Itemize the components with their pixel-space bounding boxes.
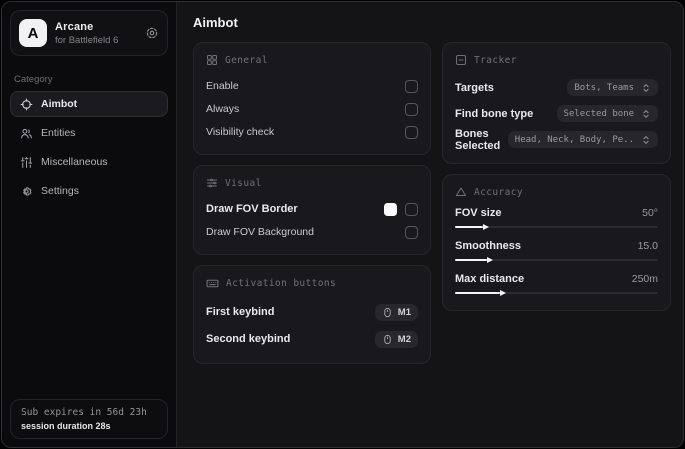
setting-row-draw-fov-background: Draw FOV Background [206, 221, 418, 243]
brand-card: A Arcane for Battlefield 6 [10, 10, 168, 56]
setting-label: Bones Selected [455, 127, 501, 152]
visibility-check-checkbox[interactable] [405, 125, 418, 139]
bones-selected-dropdown[interactable]: Head, Neck, Body, Pe.. [507, 131, 658, 148]
setting-label: Draw FOV Border [206, 203, 298, 215]
targets-dropdown[interactable]: Bots, Teams [567, 79, 658, 96]
page-title: Aimbot [193, 15, 238, 30]
app-logo: A [19, 19, 47, 47]
panel-title: Tracker [474, 54, 517, 66]
find-bone-type-dropdown[interactable]: Selected bone [556, 105, 658, 122]
second-keybind-button[interactable]: M2 [374, 330, 418, 348]
fov-border-color-swatch[interactable] [384, 202, 397, 216]
chevrons-up-down-icon [641, 83, 651, 93]
panel-title: General [225, 54, 268, 66]
chevrons-up-down-icon [641, 135, 651, 145]
slider-value: 15.0 [637, 240, 658, 252]
enable-checkbox[interactable] [405, 79, 418, 93]
slider-value: 250m [631, 273, 658, 285]
mouse-icon [382, 334, 393, 345]
sidebar-item-entities[interactable]: Entities [10, 120, 168, 146]
first-keybind-button[interactable]: M1 [374, 303, 418, 321]
panel-title: Activation buttons [226, 278, 337, 289]
keyboard-icon [206, 277, 219, 290]
sidebar-item-label: Entities [41, 127, 76, 139]
visual-panel: Visual Draw FOV Border Draw FOV Backgrou… [193, 165, 431, 255]
setting-label: Max distance [455, 273, 525, 285]
setting-row-targets: Targets Bots, Teams [455, 75, 658, 100]
setting-label: Find bone type [455, 107, 534, 120]
setting-row-first-keybind: First keybind M1 [206, 299, 418, 325]
grid-icon [206, 54, 218, 66]
setting-row-draw-fov-border: Draw FOV Border [206, 198, 418, 220]
sync-icon[interactable] [145, 26, 159, 40]
crosshair-icon [20, 98, 33, 111]
gear-icon [20, 185, 33, 198]
app-window: A Arcane for Battlefield 6 Category Aimb… [1, 1, 684, 448]
main-content: Aimbot General Enable Always Visibility … [177, 2, 683, 447]
sliders-icon [20, 156, 33, 169]
setting-row-visibility-check: Visibility check [206, 121, 418, 143]
sidebar-item-label: Miscellaneous [41, 156, 108, 168]
setting-row-find-bone-type: Find bone type Selected bone [455, 101, 658, 126]
slider-block-fov-size: FOV size 50° [455, 207, 658, 231]
setting-row-second-keybind: Second keybind M2 [206, 326, 418, 352]
setting-label: Second keybind [206, 333, 291, 345]
setting-label: Enable [206, 80, 239, 92]
slider-fill [455, 289, 506, 296]
mouse-icon [382, 307, 393, 318]
setting-row-always: Always [206, 98, 418, 120]
activation-panel: Activation buttons First keybind M1 Seco… [193, 265, 431, 364]
slider-fill [455, 256, 495, 263]
max-distance-slider[interactable] [455, 289, 658, 297]
keybind-value: M1 [397, 306, 411, 318]
slider-block-smoothness: Smoothness 15.0 [455, 240, 658, 264]
setting-label: Always [206, 103, 240, 115]
general-panel: General Enable Always Visibility check [193, 42, 431, 155]
session-duration-text: session duration 28s [21, 421, 111, 431]
smoothness-slider[interactable] [455, 256, 658, 264]
sidebar-item-label: Aimbot [41, 98, 78, 110]
setting-row-bones-selected: Bones Selected Head, Neck, Body, Pe.. [455, 127, 658, 152]
dropdown-value: Selected bone [563, 108, 634, 119]
keybind-value: M2 [397, 333, 411, 345]
brand-text: Arcane for Battlefield 6 [55, 21, 137, 46]
draw-fov-background-checkbox[interactable] [405, 225, 418, 239]
dropdown-value: Head, Neck, Body, Pe.. [514, 134, 634, 145]
sliders-horizontal-icon [206, 177, 218, 189]
triangle-icon [455, 186, 467, 198]
category-label: Category [14, 74, 53, 85]
subscription-card: Sub expires in 56d 23h session duration … [10, 399, 168, 439]
minus-square-icon [455, 54, 467, 66]
tracker-panel: Tracker Targets Bots, Teams Find bone ty… [442, 42, 671, 164]
setting-label: Targets [455, 81, 494, 94]
draw-fov-border-checkbox[interactable] [405, 202, 418, 216]
sub-expiry-text: Sub expires in 56d 23h [21, 407, 147, 418]
setting-label: Draw FOV Background [206, 226, 314, 238]
slider-block-max-distance: Max distance 250m [455, 273, 658, 297]
setting-label: FOV size [455, 207, 502, 219]
entities-icon [20, 127, 33, 140]
setting-label: Smoothness [455, 240, 522, 252]
sidebar-item-label: Settings [41, 185, 79, 197]
setting-row-enable: Enable [206, 75, 418, 97]
panel-title: Accuracy [474, 186, 523, 198]
setting-label: First keybind [206, 306, 275, 318]
app-title: Arcane [55, 20, 94, 33]
sidebar: A Arcane for Battlefield 6 Category Aimb… [2, 2, 177, 447]
sidebar-item-settings[interactable]: Settings [10, 178, 168, 204]
dropdown-value: Bots, Teams [574, 82, 634, 93]
app-subtitle: for Battlefield 6 [55, 34, 119, 46]
slider-value: 50° [642, 207, 658, 219]
sidebar-item-miscellaneous[interactable]: Miscellaneous [10, 149, 168, 175]
panel-title: Visual [225, 177, 262, 189]
slider-fill [455, 223, 490, 230]
sidebar-item-aimbot[interactable]: Aimbot [10, 91, 168, 117]
chevrons-up-down-icon [641, 109, 651, 119]
fov-size-slider[interactable] [455, 223, 658, 231]
accuracy-panel: Accuracy FOV size 50° Smoothness 15.0 Ma… [442, 174, 671, 311]
sidebar-nav: Aimbot Entities Miscellaneous Settings [2, 91, 176, 207]
always-checkbox[interactable] [405, 102, 418, 116]
setting-label: Visibility check [206, 126, 275, 138]
